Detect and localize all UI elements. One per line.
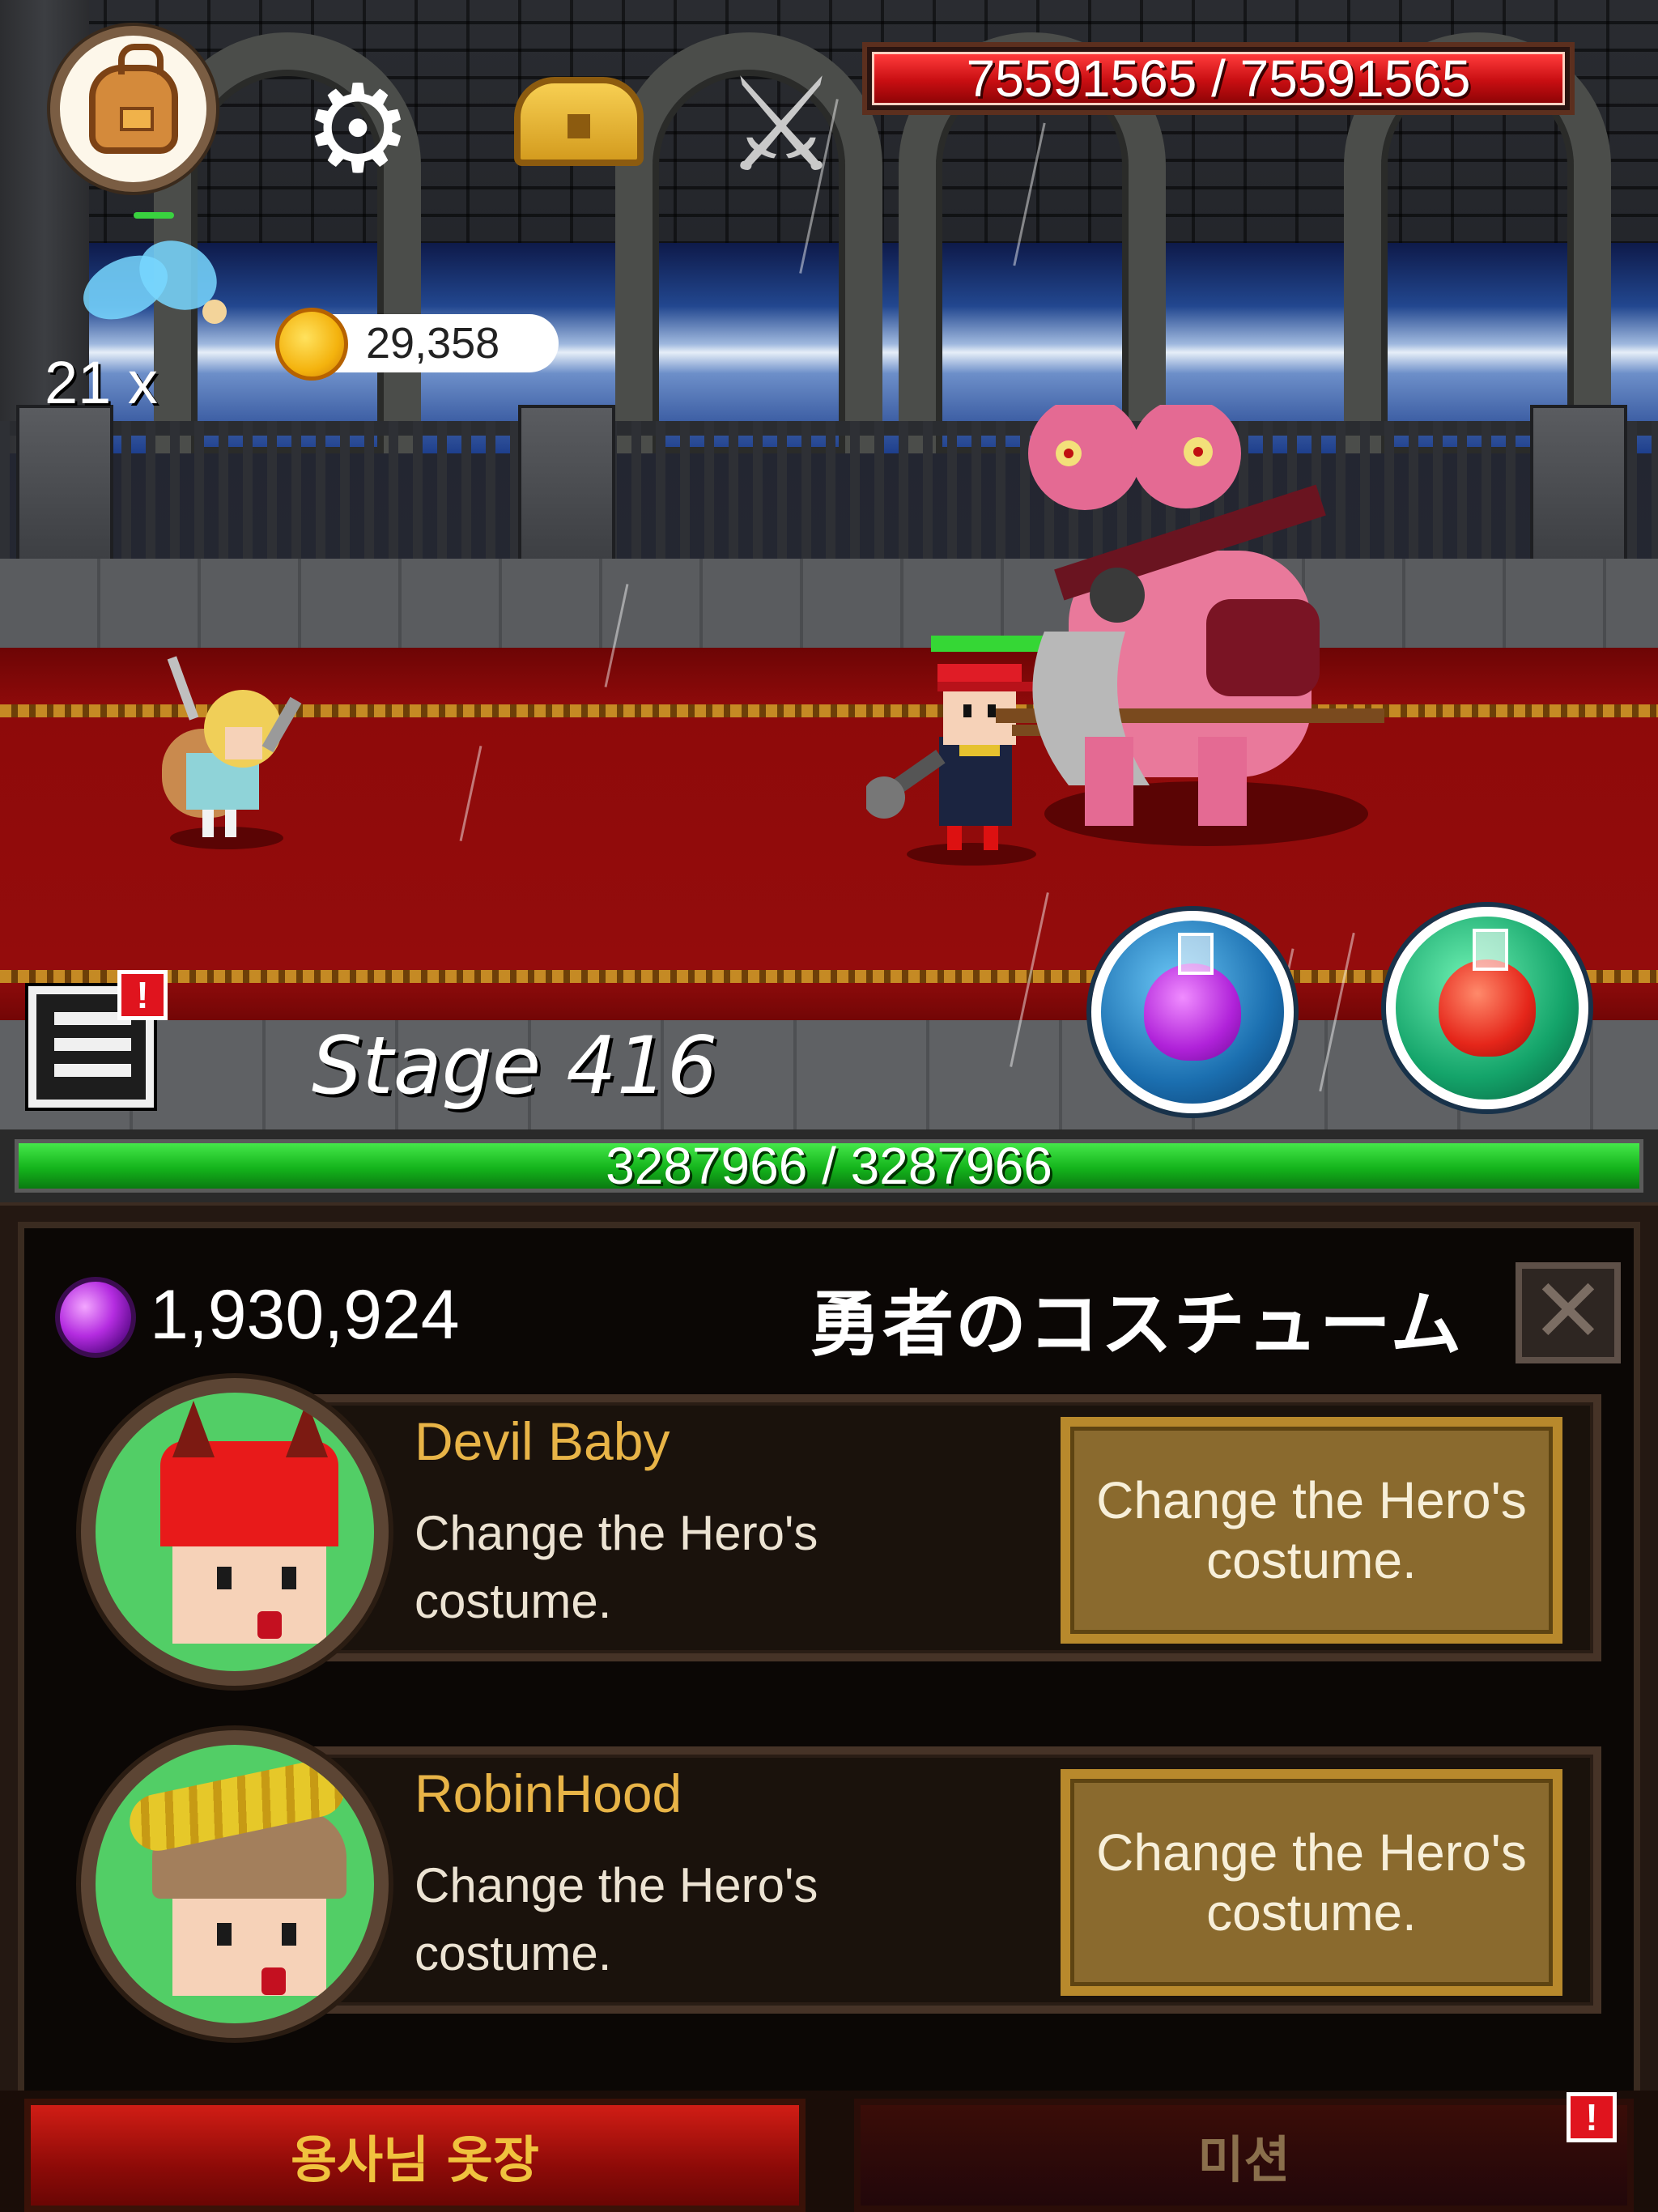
purple-gem-icon xyxy=(55,1277,136,1358)
avatar-eye xyxy=(217,1567,232,1589)
fairy-button[interactable] xyxy=(73,227,230,364)
treasure-chest-icon xyxy=(514,77,644,166)
player-hp-frame: 3287966 / 3287966 xyxy=(15,1137,1643,1195)
player-hp-text: 3287966 / 3287966 xyxy=(606,1137,1052,1195)
tab-wardrobe[interactable]: 용사님 옷장 xyxy=(24,2099,806,2212)
crossed-swords-icon: ⚔ xyxy=(723,49,840,201)
game-scene[interactable]: ⚙ ⚔ 75591565 / 75591565 21 x 29,358 ! St… xyxy=(0,0,1658,1129)
gold-coin-icon xyxy=(275,308,348,381)
quest-alert-badge: ! xyxy=(117,970,168,1020)
backpack-icon xyxy=(88,43,178,154)
purple-potion-icon xyxy=(1144,933,1241,1061)
treasure-chest-button[interactable] xyxy=(510,73,648,170)
settings-button[interactable]: ⚙ xyxy=(301,69,414,190)
change-costume-button[interactable]: Change the Hero's costume. xyxy=(1061,1769,1562,1996)
avatar-eye xyxy=(282,1567,296,1589)
costume-name: Devil Baby xyxy=(414,1411,670,1471)
robinhood-avatar xyxy=(81,1730,389,2038)
red-potion-icon xyxy=(1439,929,1536,1057)
avatar-eye xyxy=(217,1923,232,1946)
costume-description: Change the Hero's costume. xyxy=(414,1506,818,1628)
list-line xyxy=(54,1064,131,1077)
gem-amount: 1,930,924 xyxy=(150,1276,460,1354)
list-line xyxy=(54,1038,131,1051)
devil-horn-icon xyxy=(172,1401,215,1457)
companion-girl-character xyxy=(162,656,302,849)
close-button[interactable]: ✕ xyxy=(1516,1262,1621,1363)
bag-progress-bar xyxy=(134,212,174,219)
battle-button[interactable]: ⚔ xyxy=(712,57,850,194)
devil-horn-icon xyxy=(286,1401,328,1457)
avatar-mouth xyxy=(261,1967,286,1995)
avatar-eye xyxy=(282,1923,296,1946)
gold-display: 29,358 xyxy=(275,308,559,381)
health-potion-button[interactable] xyxy=(1386,907,1588,1109)
railing-post xyxy=(1530,405,1627,567)
costume-row-devil-baby: Devil Baby Change the Hero's costume. Ch… xyxy=(81,1378,1601,1686)
mission-alert-badge: ! xyxy=(1567,2092,1617,2142)
gold-amount: 29,358 xyxy=(366,319,500,368)
railing-post xyxy=(518,405,615,567)
fairy-icon xyxy=(202,300,227,324)
fairy-count: 21 x xyxy=(45,349,158,416)
boss-hp-bar: 75591565 / 75591565 xyxy=(862,42,1575,115)
tab-mission[interactable]: 미션 xyxy=(854,2099,1634,2212)
inventory-bag-button[interactable] xyxy=(50,26,216,192)
railing-post xyxy=(16,405,113,567)
change-costume-button[interactable]: Change the Hero's costume. xyxy=(1061,1417,1562,1644)
costume-description: Change the Hero's costume. xyxy=(414,1858,818,1980)
stage-label: Stage 416 xyxy=(312,1020,718,1112)
gear-icon: ⚙ xyxy=(303,59,413,200)
costume-panel-inner: 1,930,924 勇者のコスチューム ✕ Devil Baby Change … xyxy=(18,1222,1640,2100)
costume-panel: 1,930,924 勇者のコスチューム ✕ Devil Baby Change … xyxy=(0,1202,1658,2212)
boss-hp-text: 75591565 / 75591565 xyxy=(966,49,1471,108)
panel-title: 勇者のコスチューム xyxy=(810,1283,1464,1366)
two-headed-ogre-boss[interactable] xyxy=(996,405,1392,858)
bottom-tab-bar: 용사님 옷장 미션 ! xyxy=(0,2091,1658,2212)
player-hp-bar: 3287966 / 3287966 xyxy=(0,1129,1658,1202)
devil-baby-avatar xyxy=(81,1378,389,1686)
avatar-mouth xyxy=(257,1611,282,1639)
bat-potion-button[interactable] xyxy=(1091,911,1294,1113)
costume-name: RobinHood xyxy=(414,1763,682,1823)
costume-row-robinhood: RobinHood Change the Hero's costume. Cha… xyxy=(81,1730,1601,2038)
